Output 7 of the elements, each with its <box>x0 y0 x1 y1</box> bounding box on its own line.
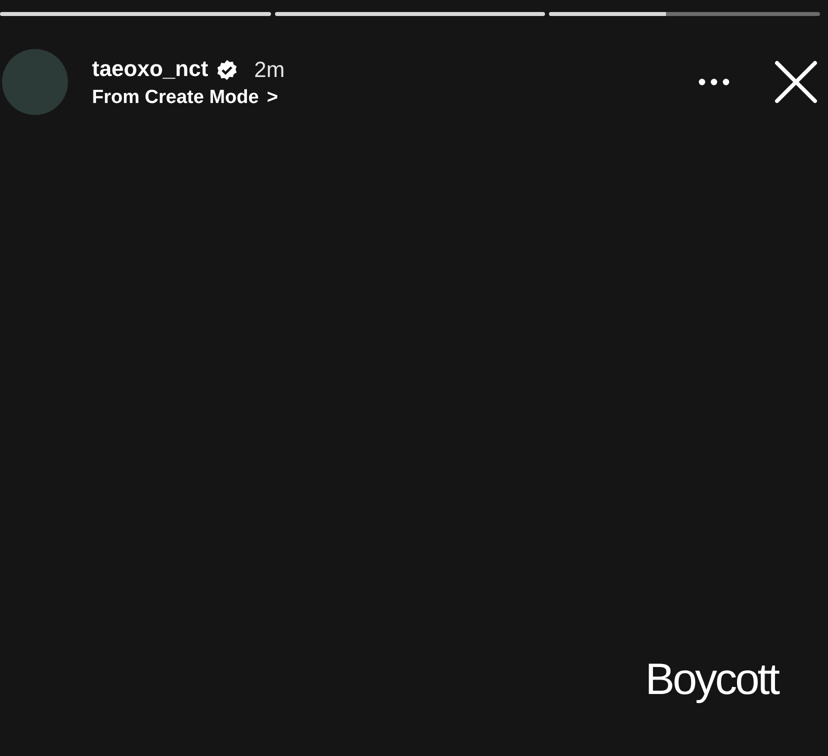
username[interactable]: taeoxo_nct <box>92 56 208 83</box>
story-text: Boycott <box>645 656 778 704</box>
close-icon[interactable] <box>774 60 818 104</box>
chevron-text[interactable]: > <box>266 86 278 111</box>
timestamp: 2m <box>254 56 285 84</box>
more-options-icon[interactable] <box>698 78 730 86</box>
create-mode-link[interactable]: From Create Mode <box>92 86 259 111</box>
